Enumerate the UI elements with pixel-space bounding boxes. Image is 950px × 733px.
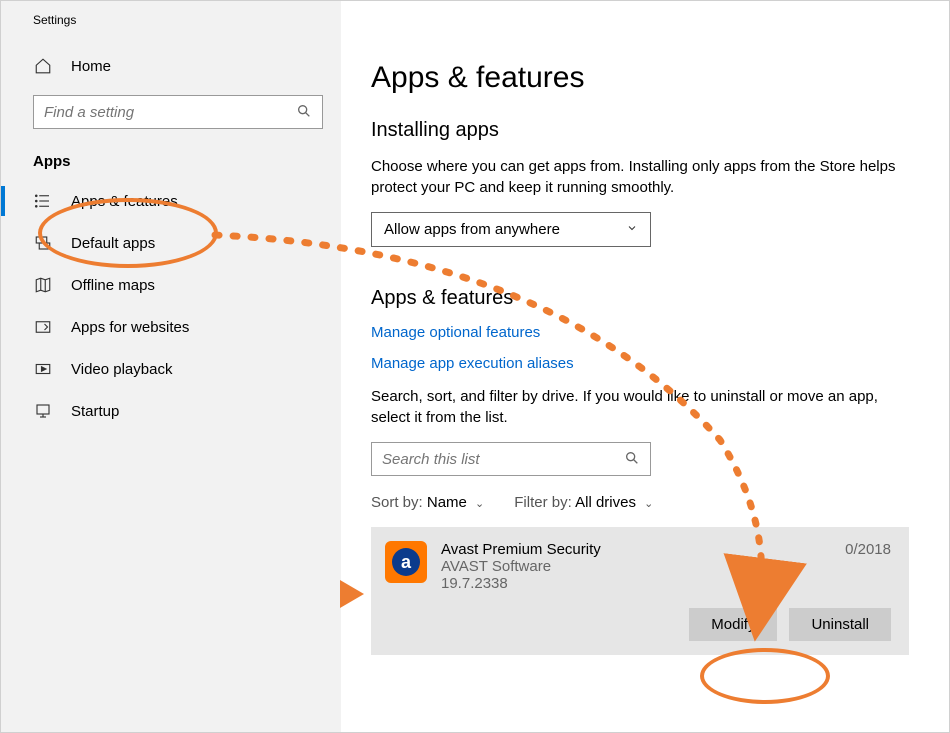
sidebar-item-label: Video playback	[71, 361, 172, 378]
link-icon	[33, 318, 53, 336]
sort-value: Name	[427, 494, 467, 511]
sort-filter-row: Sort by: Name ⌄ Filter by: All drives ⌄	[371, 494, 909, 511]
sidebar-item-label: Apps for websites	[71, 319, 189, 336]
sort-label: Sort by:	[371, 494, 423, 511]
chevron-down-icon	[626, 221, 638, 238]
map-icon	[33, 276, 53, 294]
app-publisher: AVAST Software	[441, 558, 831, 575]
install-source-dropdown[interactable]: Allow apps from anywhere	[371, 212, 651, 247]
sidebar-item-default-apps[interactable]: Default apps	[1, 222, 341, 264]
apps-search-input[interactable]	[382, 451, 624, 468]
filter-by[interactable]: Filter by: All drives ⌄	[514, 494, 653, 511]
app-top: a Avast Premium Security AVAST Software …	[385, 541, 891, 592]
app-version: 19.7.2338	[441, 575, 831, 592]
sidebar-search-input[interactable]	[44, 104, 296, 121]
sidebar-item-label: Default apps	[71, 235, 155, 252]
search-icon	[296, 103, 312, 122]
filter-value: All drives	[575, 494, 636, 511]
defaults-icon	[33, 234, 53, 252]
modify-button[interactable]: Modify	[689, 608, 777, 641]
home-nav[interactable]: Home	[1, 47, 341, 85]
uninstall-button[interactable]: Uninstall	[789, 608, 891, 641]
sidebar-item-apps-features[interactable]: Apps & features	[1, 180, 341, 222]
sidebar-section-heading: Apps	[1, 147, 341, 180]
app-info: Avast Premium Security AVAST Software 19…	[441, 541, 831, 592]
list-icon	[33, 192, 53, 210]
filter-label: Filter by:	[514, 494, 572, 511]
sidebar-item-label: Offline maps	[71, 277, 155, 294]
sidebar-item-apps-websites[interactable]: Apps for websites	[1, 306, 341, 348]
window-title: Settings	[1, 13, 341, 47]
link-optional-features[interactable]: Manage optional features	[371, 324, 909, 341]
sort-by[interactable]: Sort by: Name ⌄	[371, 494, 484, 511]
startup-icon	[33, 402, 53, 420]
settings-window: Settings Home Apps Apps & features	[0, 0, 950, 733]
installing-heading: Installing apps	[371, 119, 909, 142]
app-icon: a	[385, 541, 427, 583]
app-actions: Modify Uninstall	[385, 608, 891, 641]
app-date: 0/2018	[845, 541, 891, 558]
sidebar-item-label: Startup	[71, 403, 119, 420]
video-icon	[33, 360, 53, 378]
apps-search[interactable]	[371, 442, 651, 476]
avast-logo: a	[392, 548, 420, 576]
sidebar-item-startup[interactable]: Startup	[1, 390, 341, 432]
sidebar-item-offline-maps[interactable]: Offline maps	[1, 264, 341, 306]
sidebar-search[interactable]	[33, 95, 323, 129]
search-icon	[624, 450, 640, 469]
sidebar-item-label: Apps & features	[71, 193, 178, 210]
sidebar: Settings Home Apps Apps & features	[1, 1, 341, 732]
sidebar-item-video-playback[interactable]: Video playback	[1, 348, 341, 390]
sidebar-search-wrap	[33, 95, 323, 129]
chevron-down-icon: ⌄	[475, 498, 484, 510]
link-execution-aliases[interactable]: Manage app execution aliases	[371, 355, 909, 372]
app-list-item[interactable]: a Avast Premium Security AVAST Software …	[371, 527, 909, 655]
page-title: Apps & features	[371, 61, 909, 95]
home-label: Home	[71, 58, 111, 75]
apps-heading: Apps & features	[371, 287, 909, 310]
app-name: Avast Premium Security	[441, 541, 831, 558]
home-icon	[33, 57, 53, 75]
dropdown-value: Allow apps from anywhere	[384, 221, 560, 238]
chevron-down-icon: ⌄	[644, 498, 653, 510]
main-panel: Apps & features Installing apps Choose w…	[341, 1, 949, 732]
installing-desc: Choose where you can get apps from. Inst…	[371, 156, 909, 198]
filter-desc: Search, sort, and filter by drive. If yo…	[371, 386, 909, 428]
